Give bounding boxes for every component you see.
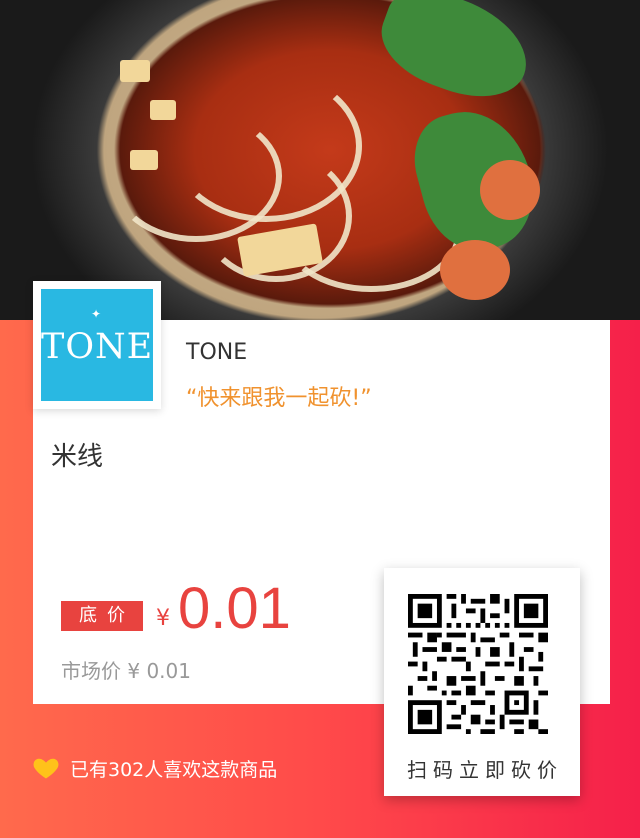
market-price: 市场价 ¥ 0.01	[61, 659, 191, 683]
shop-logo-image: ✦ TONE	[41, 289, 153, 401]
sausage-shape	[480, 160, 540, 220]
shop-logo: ✦ TONE	[33, 281, 161, 409]
qr-code-card[interactable]: 扫码立即砍价	[384, 568, 580, 796]
star-icon: ✦	[91, 307, 102, 321]
shop-name: TONE	[186, 340, 248, 365]
shop-slogan: “快来跟我一起砍!”	[186, 386, 372, 411]
product-name: 米线	[51, 442, 104, 472]
currency-symbol: ¥	[156, 606, 170, 631]
vegetable-shape	[369, 0, 541, 113]
scan-to-bargain-label: 扫码立即砍价	[407, 758, 563, 782]
qr-code-image[interactable]	[408, 594, 548, 734]
likes-count-text: 已有302人喜欢这款商品	[70, 758, 278, 781]
heart-icon	[33, 758, 59, 779]
product-price: 0.01	[178, 576, 291, 641]
sausage-shape	[440, 240, 510, 300]
product-image	[0, 0, 640, 320]
likes-row: 已有302人喜欢这款商品	[32, 752, 277, 784]
tofu-shape	[130, 150, 158, 170]
shop-logo-text: TONE	[41, 327, 154, 367]
tofu-shape	[120, 60, 150, 82]
tofu-shape	[150, 100, 176, 120]
floor-price-badge: 底价	[61, 601, 143, 631]
